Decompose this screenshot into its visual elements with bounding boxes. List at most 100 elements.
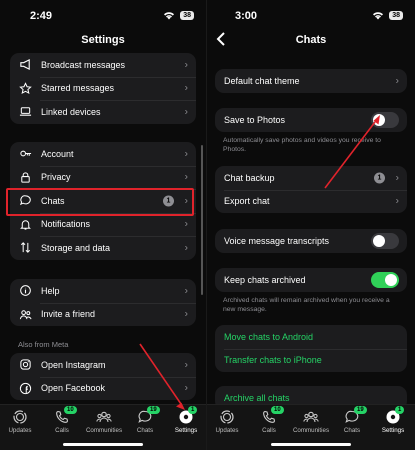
page-title: Chats [295, 34, 327, 46]
tab-chats[interactable]: 19 Chats [125, 406, 165, 434]
updates-icon [219, 409, 235, 425]
starred-messages-row[interactable]: Starred messages › [10, 76, 196, 101]
chats-icon: 19 [137, 406, 160, 425]
status-time: 2:49 [30, 10, 53, 22]
theme-group: Default chat theme › [215, 69, 407, 93]
gear-icon: 1 [178, 406, 198, 425]
status-bar: 2:49 38 [0, 0, 206, 28]
communities-icon [96, 409, 112, 425]
chats-icon: 19 [344, 406, 367, 425]
archive-group: Keep chats archived [215, 268, 407, 292]
voice-group: Voice message transcripts [215, 229, 407, 253]
settings-screen: 2:49 38 Settings Broadcast messages › Sta… [0, 0, 207, 450]
phone-icon: 10 [261, 406, 284, 425]
default-chat-theme-row[interactable]: Default chat theme › [215, 69, 407, 93]
chats-tab-badge: 19 [354, 406, 367, 414]
settings-group-4: Open Instagram › Open Facebook › [10, 353, 196, 400]
chats-settings-screen: 3:00 38 Chats Default chat theme › Save t… [207, 0, 415, 450]
broadcast-messages-row[interactable]: Broadcast messages › [10, 53, 196, 77]
people-icon [19, 308, 32, 321]
transfer-group: Move chats to Android Transfer chats to … [215, 325, 407, 372]
home-indicator [63, 443, 143, 446]
backup-badge: 1 [374, 172, 385, 184]
tab-communities[interactable]: Communities [84, 409, 124, 434]
chevron-right-icon: › [395, 75, 399, 87]
chevron-right-icon: › [184, 171, 188, 183]
save-photos-group: Save to Photos [215, 108, 407, 132]
settings-group-3: Help › Invite a friend › [10, 279, 196, 326]
account-row[interactable]: Account › [10, 142, 196, 166]
bell-icon [19, 218, 32, 231]
arrows-updown-icon [19, 241, 32, 254]
tab-settings[interactable]: 1 Settings [166, 406, 206, 434]
phone-icon: 10 [54, 406, 77, 425]
meta-section-title: Also from Meta [18, 340, 69, 349]
megaphone-icon [19, 58, 32, 71]
tab-bar: Updates 10 Calls Communities 19 Chats 1 … [207, 404, 415, 450]
chevron-right-icon: › [184, 82, 188, 94]
chevron-right-icon: › [184, 359, 188, 371]
status-time: 3:00 [235, 10, 258, 22]
tab-calls[interactable]: 10 Calls [42, 406, 82, 434]
save-to-photos-toggle[interactable] [371, 111, 399, 128]
archived-caption: Archived chats will remain archived when… [223, 297, 390, 313]
communities-icon [303, 409, 319, 425]
chevron-right-icon: › [184, 59, 188, 71]
privacy-row[interactable]: Privacy › [10, 165, 196, 190]
voice-transcripts-toggle[interactable] [371, 232, 399, 249]
move-android-row[interactable]: Move chats to Android [215, 325, 407, 349]
star-icon [19, 81, 32, 95]
page-title: Settings [81, 34, 125, 46]
home-indicator [271, 443, 351, 446]
updates-icon [12, 409, 28, 425]
chevron-right-icon: › [184, 148, 188, 160]
chats-tab-badge: 19 [147, 406, 160, 414]
wifi-icon [164, 12, 175, 20]
chevron-right-icon: › [184, 242, 188, 254]
facebook-icon [19, 382, 32, 395]
invite-friend-row[interactable]: Invite a friend › [10, 302, 196, 327]
key-icon [19, 147, 32, 160]
tab-chats[interactable]: 19 Chats [332, 406, 372, 434]
tab-calls[interactable]: 10 Calls [249, 406, 289, 434]
storage-data-row[interactable]: Storage and data › [10, 236, 196, 260]
wifi-icon [373, 12, 384, 20]
settings-group-1: Broadcast messages › Starred messages › Li… [10, 53, 196, 124]
calls-badge: 10 [64, 406, 77, 414]
keep-archived-toggle[interactable] [371, 271, 399, 288]
battery-icon: 38 [389, 10, 403, 20]
scrollbar[interactable] [201, 145, 203, 295]
export-chat-row[interactable]: Export chat › [215, 189, 407, 214]
chevron-right-icon: › [184, 218, 188, 230]
tab-updates[interactable]: Updates [0, 409, 40, 434]
tab-communities[interactable]: Communities [291, 409, 331, 434]
chevron-right-icon: › [184, 106, 188, 118]
instagram-icon [19, 358, 32, 371]
gear-icon: 1 [385, 406, 405, 425]
save-photos-caption: Automatically save photos and videos you… [223, 137, 381, 153]
open-instagram-row[interactable]: Open Instagram › [10, 353, 196, 377]
lock-icon [19, 171, 32, 184]
linked-devices-row[interactable]: Linked devices › [10, 100, 196, 124]
chevron-right-icon: › [184, 285, 188, 297]
calls-badge: 10 [271, 406, 284, 414]
chevron-right-icon: › [395, 172, 399, 184]
info-icon [19, 284, 32, 297]
chevron-right-icon: › [184, 308, 188, 320]
status-bar: 3:00 38 [207, 0, 415, 28]
notifications-row[interactable]: Notifications › [10, 212, 196, 237]
laptop-icon [19, 105, 32, 118]
tab-updates[interactable]: Updates [207, 409, 247, 434]
transfer-iphone-row[interactable]: Transfer chats to iPhone [215, 348, 407, 373]
open-facebook-row[interactable]: Open Facebook › [10, 376, 196, 401]
voice-transcripts-row: Voice message transcripts [215, 229, 407, 253]
tab-bar: Updates 10 Calls Communities 19 Chats 1 … [0, 404, 206, 450]
chats-highlight-box [6, 188, 194, 216]
help-row[interactable]: Help › [10, 279, 196, 303]
save-to-photos-row: Save to Photos [215, 108, 407, 132]
backup-group: Chat backup 1 › Export chat › [215, 166, 407, 213]
tab-settings[interactable]: 1 Settings [373, 406, 413, 434]
chevron-right-icon: › [184, 382, 188, 394]
settings-tab-badge: 1 [188, 406, 198, 414]
chat-backup-row[interactable]: Chat backup 1 › [215, 166, 407, 190]
